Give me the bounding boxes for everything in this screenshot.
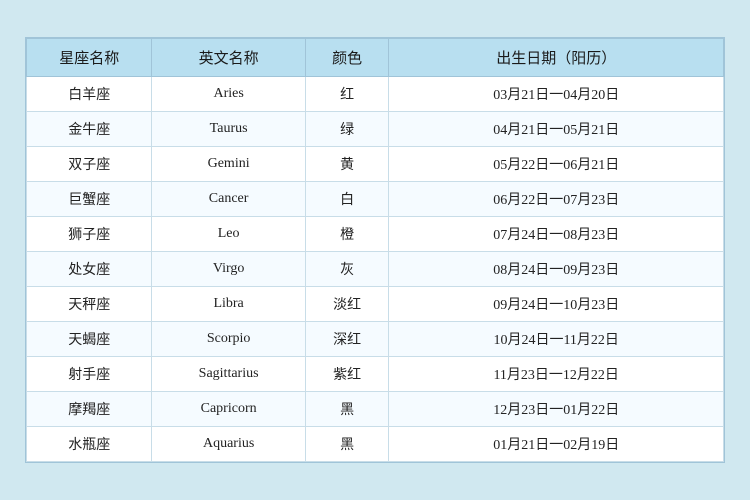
cell-english: Cancer [152,182,305,217]
table-row: 巨蟹座Cancer白06月22日一07月23日 [27,182,724,217]
table-row: 射手座Sagittarius紫红11月23日一12月22日 [27,357,724,392]
cell-chinese: 射手座 [27,357,152,392]
cell-date: 07月24日一08月23日 [389,217,724,252]
table-row: 摩羯座Capricorn黑12月23日一01月22日 [27,392,724,427]
cell-color: 黑 [305,427,389,462]
cell-color: 黄 [305,147,389,182]
table-row: 狮子座Leo橙07月24日一08月23日 [27,217,724,252]
cell-color: 绿 [305,112,389,147]
cell-chinese: 天秤座 [27,287,152,322]
cell-english: Aries [152,77,305,112]
cell-chinese: 金牛座 [27,112,152,147]
cell-date: 03月21日一04月20日 [389,77,724,112]
cell-date: 05月22日一06月21日 [389,147,724,182]
cell-color: 橙 [305,217,389,252]
cell-english: Capricorn [152,392,305,427]
cell-color: 淡红 [305,287,389,322]
cell-chinese: 白羊座 [27,77,152,112]
cell-chinese: 水瓶座 [27,427,152,462]
cell-chinese: 处女座 [27,252,152,287]
cell-english: Virgo [152,252,305,287]
cell-chinese: 摩羯座 [27,392,152,427]
table-row: 金牛座Taurus绿04月21日一05月21日 [27,112,724,147]
cell-english: Sagittarius [152,357,305,392]
cell-color: 白 [305,182,389,217]
cell-date: 04月21日一05月21日 [389,112,724,147]
cell-chinese: 狮子座 [27,217,152,252]
cell-date: 10月24日一11月22日 [389,322,724,357]
cell-chinese: 双子座 [27,147,152,182]
header-color: 颜色 [305,39,389,77]
cell-date: 08月24日一09月23日 [389,252,724,287]
cell-chinese: 天蝎座 [27,322,152,357]
cell-color: 紫红 [305,357,389,392]
table-row: 天秤座Libra淡红09月24日一10月23日 [27,287,724,322]
table-row: 处女座Virgo灰08月24日一09月23日 [27,252,724,287]
cell-english: Scorpio [152,322,305,357]
table-row: 白羊座Aries红03月21日一04月20日 [27,77,724,112]
cell-english: Libra [152,287,305,322]
cell-date: 12月23日一01月22日 [389,392,724,427]
cell-chinese: 巨蟹座 [27,182,152,217]
zodiac-table: 星座名称 英文名称 颜色 出生日期（阳历） 白羊座Aries红03月21日一04… [26,38,724,462]
cell-english: Gemini [152,147,305,182]
header-date: 出生日期（阳历） [389,39,724,77]
table-header-row: 星座名称 英文名称 颜色 出生日期（阳历） [27,39,724,77]
zodiac-table-container: 星座名称 英文名称 颜色 出生日期（阳历） 白羊座Aries红03月21日一04… [25,37,725,463]
cell-color: 深红 [305,322,389,357]
cell-date: 11月23日一12月22日 [389,357,724,392]
table-row: 水瓶座Aquarius黑01月21日一02月19日 [27,427,724,462]
cell-english: Leo [152,217,305,252]
cell-date: 01月21日一02月19日 [389,427,724,462]
cell-date: 09月24日一10月23日 [389,287,724,322]
cell-english: Taurus [152,112,305,147]
cell-color: 灰 [305,252,389,287]
table-row: 双子座Gemini黄05月22日一06月21日 [27,147,724,182]
cell-english: Aquarius [152,427,305,462]
cell-color: 黑 [305,392,389,427]
cell-date: 06月22日一07月23日 [389,182,724,217]
header-english: 英文名称 [152,39,305,77]
table-row: 天蝎座Scorpio深红10月24日一11月22日 [27,322,724,357]
cell-color: 红 [305,77,389,112]
header-chinese: 星座名称 [27,39,152,77]
